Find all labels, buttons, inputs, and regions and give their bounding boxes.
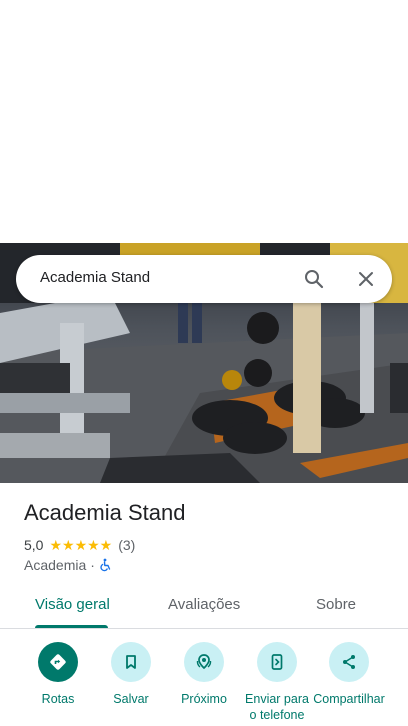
search-bar[interactable]: Academia Stand <box>16 255 392 303</box>
rating-value: 5,0 <box>24 537 44 553</box>
send-to-phone-icon[interactable] <box>257 642 297 682</box>
place-title: Academia Stand <box>24 500 186 525</box>
directions-icon[interactable] <box>38 642 78 682</box>
send-to-phone-button[interactable]: Enviar para o telefone <box>237 642 317 723</box>
search-icon[interactable] <box>302 267 326 291</box>
save-button[interactable]: Salvar <box>91 642 171 707</box>
directions-label: Rotas <box>41 692 75 706</box>
star-rating-icon: ★★★★★ <box>49 536 113 553</box>
rating-row[interactable]: 5,0 ★★★★★ (3) <box>24 536 135 554</box>
nearby-icon[interactable] <box>184 642 224 682</box>
search-input[interactable]: Academia Stand <box>40 269 150 286</box>
tab-bar: Visão geral Avaliações Sobre <box>0 584 408 629</box>
active-tab-indicator <box>35 625 108 628</box>
action-bar: Rotas Salvar Próximo Enviar para o telef… <box>0 640 408 726</box>
place-category: Academia <box>24 557 87 573</box>
bookmark-icon[interactable] <box>111 642 151 682</box>
wheelchair-accessible-icon <box>99 558 113 572</box>
save-label: Salvar <box>113 692 149 706</box>
tab-about[interactable]: Sobre <box>316 596 356 613</box>
directions-button[interactable]: Rotas <box>18 642 98 707</box>
map-blank-area <box>0 0 408 243</box>
send-to-phone-label: Enviar para o telefone <box>245 692 309 722</box>
tab-overview[interactable]: Visão geral <box>35 596 110 613</box>
share-icon[interactable] <box>329 642 369 682</box>
nearby-label: Próximo <box>181 692 227 706</box>
share-label: Compartilhar <box>313 692 385 706</box>
nearby-button[interactable]: Próximo <box>164 642 244 707</box>
tab-reviews[interactable]: Avaliações <box>168 596 240 613</box>
close-icon[interactable] <box>354 267 378 291</box>
category-row: Academia · <box>24 556 113 574</box>
review-count: (3) <box>118 537 136 553</box>
category-separator: · <box>90 557 95 573</box>
share-button[interactable]: Compartilhar <box>309 642 389 707</box>
